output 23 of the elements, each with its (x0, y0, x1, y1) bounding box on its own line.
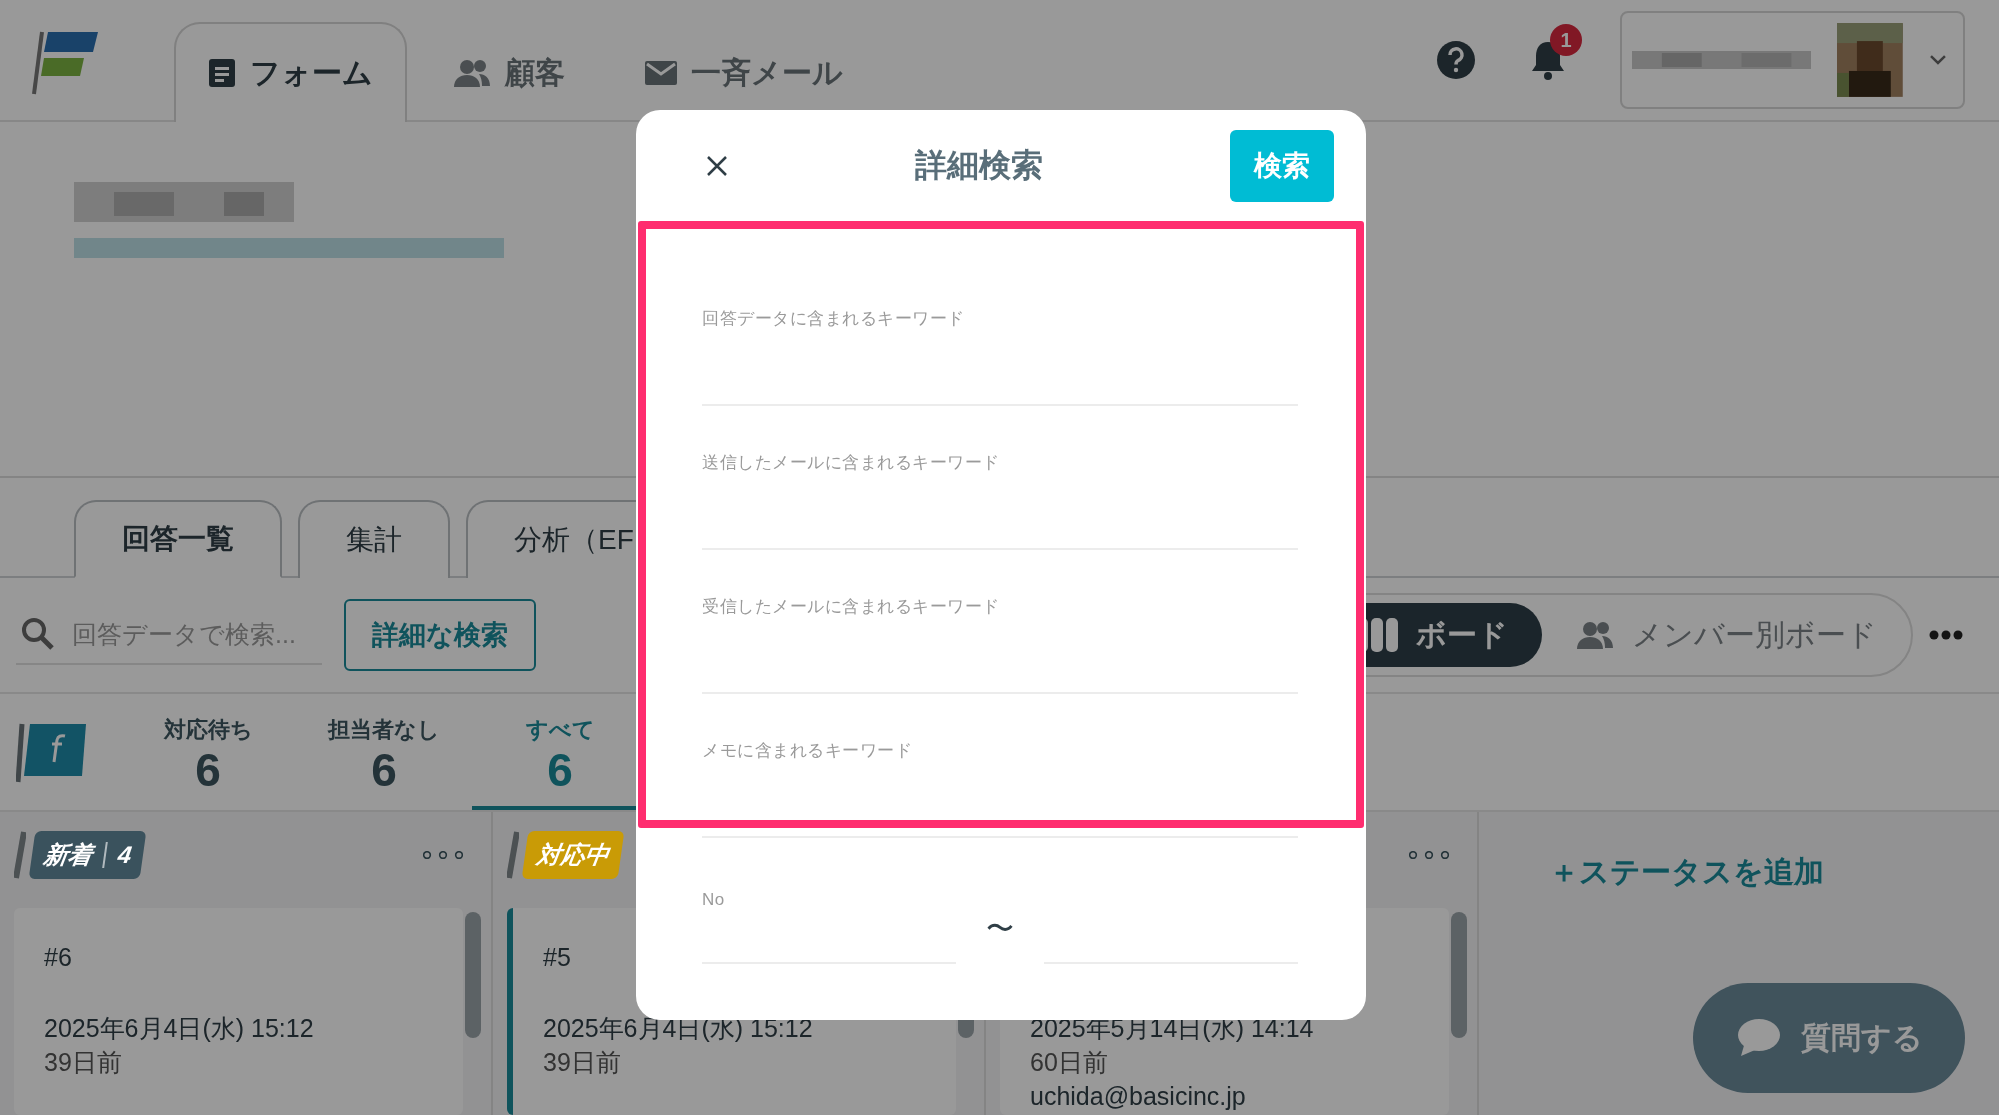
field-label: 回答データに含まれるキーワード (702, 308, 966, 330)
filter-label: 対応待ち (163, 715, 253, 744)
response-number: #6 (44, 943, 73, 971)
response-date: 2025年6月4日(水) 15:12 (44, 1014, 315, 1041)
elapsed-time: 39日前 (543, 1049, 622, 1076)
field-label: No (702, 890, 726, 910)
elapsed-time: 60日前 (1030, 1049, 1109, 1076)
status-count: 4 (116, 840, 134, 869)
filter-count: 6 (547, 744, 573, 796)
email-text: uchida@basicinc.jp (1030, 1083, 1247, 1110)
notification-badge: 1 (1550, 24, 1582, 56)
field-label: 受信したメールに含まれるキーワード (702, 596, 1001, 618)
filter-count: 6 (195, 744, 221, 796)
dialog-title: 詳細検索 (915, 145, 1043, 185)
status-name: 新着 (41, 839, 95, 870)
status-name: 対応中 (534, 839, 612, 870)
field-label: 送信したメールに含まれるキーワード (702, 452, 1001, 474)
filter-label: すべて (525, 715, 595, 744)
filter-count: 6 (371, 744, 397, 796)
response-number: #5 (543, 943, 572, 971)
elapsed-time: 39日前 (44, 1049, 123, 1076)
filter-label: 担当者なし (328, 715, 440, 744)
field-label: メモに含まれるキーワード (702, 740, 913, 762)
